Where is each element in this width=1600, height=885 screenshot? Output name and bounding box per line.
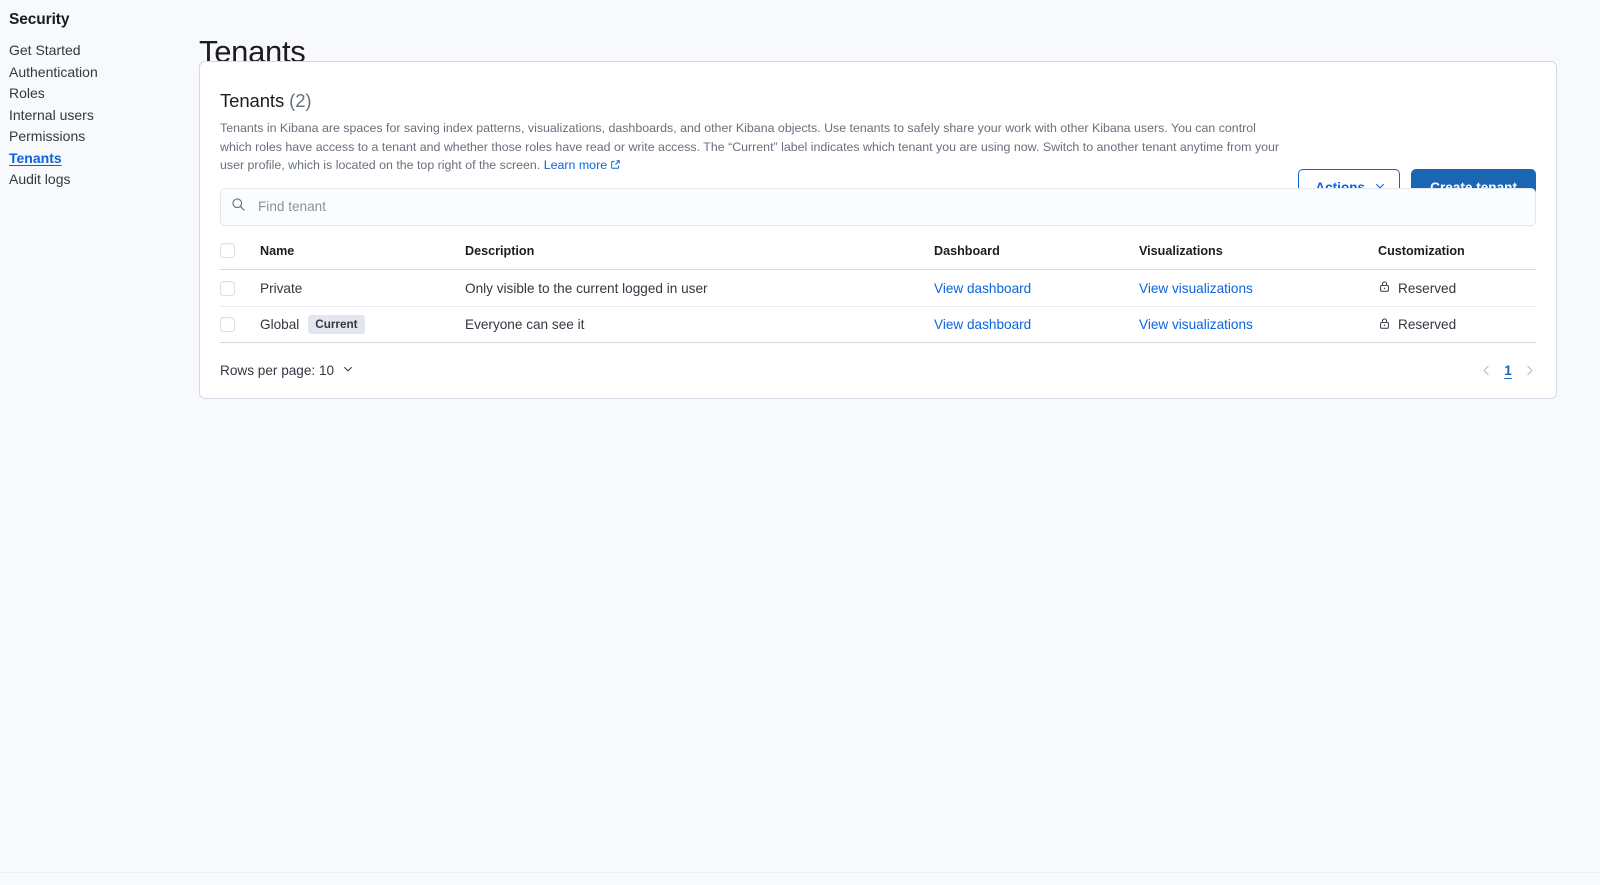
- learn-more-link[interactable]: Learn more: [544, 158, 607, 172]
- security-sidebar: Security Get Started Authentication Role…: [0, 0, 190, 885]
- search-box[interactable]: [220, 187, 1536, 226]
- row-visualizations-cell: View visualizations: [1139, 269, 1378, 307]
- sidebar-title: Security: [9, 11, 70, 28]
- chevron-down-icon: [342, 363, 354, 378]
- column-header-description[interactable]: Description: [465, 239, 934, 271]
- rows-per-page-selector[interactable]: Rows per page: 10: [220, 363, 354, 378]
- panel-description-text: Tenants in Kibana are spaces for saving …: [220, 121, 1280, 172]
- select-all-checkbox[interactable]: [220, 243, 235, 259]
- row-description-cell: Everyone can see it: [465, 306, 934, 344]
- tenant-count: (2): [289, 90, 312, 111]
- row-checkbox[interactable]: [220, 317, 235, 333]
- sidebar-item-authentication[interactable]: Authentication: [9, 61, 190, 83]
- column-header-dashboard[interactable]: Dashboard: [934, 239, 1139, 271]
- search-area: [220, 187, 1536, 226]
- column-header-visualizations[interactable]: Visualizations: [1139, 239, 1378, 271]
- view-visualizations-link[interactable]: View visualizations: [1139, 281, 1253, 296]
- tenants-table-wrap: Name Description Dashboard Visualization…: [200, 239, 1556, 344]
- select-all-header: [220, 239, 260, 271]
- row-description-cell: Only visible to the current logged in us…: [465, 269, 934, 307]
- external-link-icon: [610, 157, 621, 176]
- search-input[interactable]: [256, 188, 1525, 225]
- table-row: Global Current Everyone can see it View …: [220, 306, 1536, 344]
- customization-status: Reserved: [1398, 280, 1457, 296]
- table-row: Private Only visible to the current logg…: [220, 269, 1536, 307]
- row-select-cell: [220, 306, 260, 344]
- row-dashboard-cell: View dashboard: [934, 306, 1139, 344]
- row-name-cell: Global Current: [260, 306, 465, 344]
- pagination: 1: [1480, 363, 1536, 378]
- tenants-table: Name Description Dashboard Visualization…: [220, 239, 1536, 344]
- sidebar-item-get-started[interactable]: Get Started: [9, 39, 190, 61]
- sidebar-item-permissions[interactable]: Permissions: [9, 125, 190, 147]
- panel-title: Tenants (2): [220, 89, 1536, 113]
- tenants-page: Security Get Started Authentication Role…: [0, 0, 1600, 885]
- next-page-icon[interactable]: [1523, 364, 1536, 377]
- row-checkbox[interactable]: [220, 280, 235, 296]
- panel-description: Tenants in Kibana are spaces for saving …: [220, 119, 1280, 176]
- tenants-panel: Tenants (2) Tenants in Kibana are spaces…: [199, 61, 1557, 400]
- sidebar-item-audit-logs[interactable]: Audit logs: [9, 168, 190, 190]
- view-dashboard-link[interactable]: View dashboard: [934, 281, 1031, 296]
- panel-title-text: Tenants: [220, 90, 285, 111]
- tenant-name: Global: [260, 317, 300, 333]
- row-dashboard-cell: View dashboard: [934, 269, 1139, 307]
- sidebar-item-tenants[interactable]: Tenants: [9, 147, 190, 169]
- row-select-cell: [220, 269, 260, 307]
- table-body: Private Only visible to the current logg…: [220, 269, 1536, 344]
- panel-header: Tenants (2) Tenants in Kibana are spaces…: [200, 62, 1556, 206]
- page-1-button[interactable]: 1: [1502, 363, 1514, 378]
- bottom-divider: [0, 872, 1600, 873]
- sidebar-item-roles[interactable]: Roles: [9, 82, 190, 104]
- rows-per-page-label: Rows per page: 10: [220, 363, 335, 379]
- row-customization-cell: Reserved: [1378, 269, 1536, 307]
- current-badge: Current: [308, 315, 365, 334]
- view-dashboard-link[interactable]: View dashboard: [934, 317, 1031, 332]
- sidebar-item-internal-users[interactable]: Internal users: [9, 104, 190, 126]
- table-header-row: Name Description Dashboard Visualization…: [220, 239, 1536, 271]
- search-icon: [231, 197, 256, 217]
- table-header: Name Description Dashboard Visualization…: [220, 239, 1536, 271]
- column-header-customization[interactable]: Customization: [1378, 239, 1536, 271]
- view-visualizations-link[interactable]: View visualizations: [1139, 317, 1253, 332]
- customization-status: Reserved: [1398, 317, 1457, 333]
- column-header-name[interactable]: Name: [260, 239, 465, 271]
- table-footer: Rows per page: 10 1: [200, 343, 1556, 398]
- row-name-cell: Private: [260, 269, 465, 307]
- row-customization-cell: Reserved: [1378, 306, 1536, 344]
- tenant-name: Private: [260, 280, 303, 296]
- row-visualizations-cell: View visualizations: [1139, 306, 1378, 344]
- lock-icon: [1378, 317, 1391, 333]
- previous-page-icon[interactable]: [1480, 364, 1493, 377]
- lock-icon: [1378, 280, 1391, 296]
